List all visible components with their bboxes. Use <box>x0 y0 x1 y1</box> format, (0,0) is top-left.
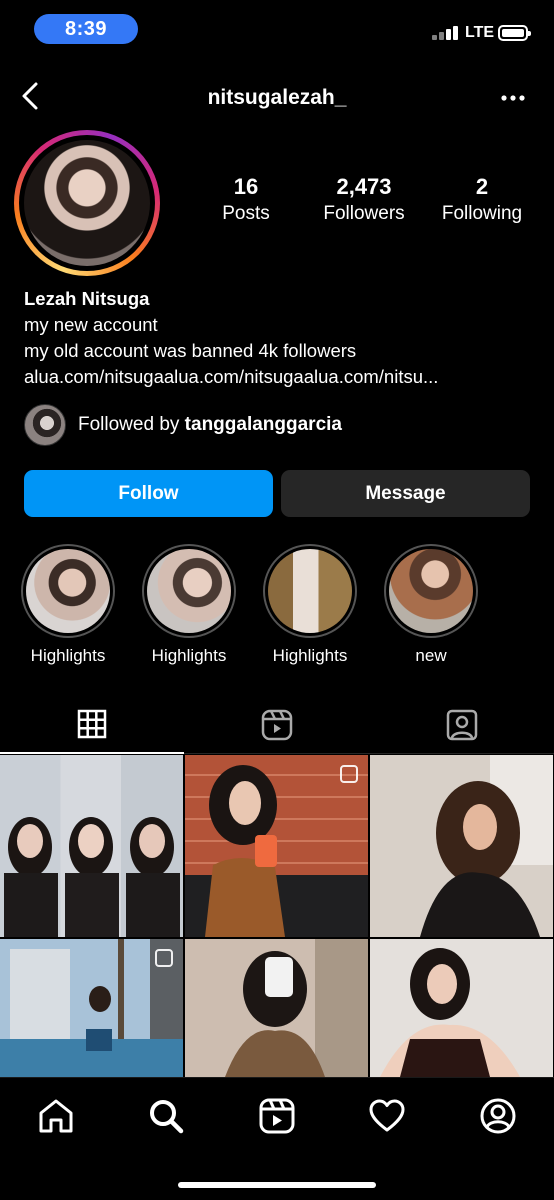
profile-stats: 16 Posts 2,473 Followers 2 Following <box>196 174 546 234</box>
reels-icon <box>259 1098 295 1134</box>
reel-badge-icon <box>340 765 358 783</box>
reel-badge-icon <box>155 949 173 967</box>
bottom-nav <box>0 1077 554 1200</box>
reels-icon <box>261 709 293 741</box>
post-image <box>185 755 368 937</box>
highlight-item[interactable]: Highlights <box>20 544 116 666</box>
signal-icon <box>432 26 462 40</box>
highlight-cover <box>26 549 110 633</box>
posts-stat[interactable]: 16 Posts <box>186 174 306 225</box>
bio-link[interactable]: alua.com/nitsugaalua.com/nitsugaalua.com… <box>24 364 530 390</box>
avatar <box>24 140 150 266</box>
highlight-label: Highlights <box>30 646 106 665</box>
home-indicator[interactable] <box>178 1182 376 1188</box>
nav-profile[interactable] <box>478 1096 518 1136</box>
post-image <box>185 939 368 1077</box>
post-thumbnail[interactable] <box>0 755 183 937</box>
profile-bio: Lezah Nitsuga my new account my old acco… <box>24 286 544 390</box>
page-title: nitsugalezah_ <box>207 86 347 109</box>
nav-search[interactable] <box>146 1096 186 1136</box>
followed-by[interactable]: Followed by tanggalanggarcia <box>24 404 342 446</box>
highlight-item[interactable]: Highlights <box>141 544 237 666</box>
profile-tabs <box>0 696 554 754</box>
follow-button[interactable]: Follow <box>24 470 273 517</box>
profile-name: Lezah Nitsuga <box>24 288 150 309</box>
story-highlights: Highlights Highlights Highlights new <box>0 544 554 674</box>
message-button[interactable]: Message <box>281 470 530 517</box>
profile-header-bar: nitsugalezah_ <box>0 70 554 126</box>
highlight-item[interactable]: new <box>383 544 479 666</box>
nav-activity[interactable] <box>367 1096 407 1136</box>
followers-count: 2,473 <box>336 174 392 199</box>
followed-by-prefix: Followed by <box>78 414 180 435</box>
post-thumbnail[interactable] <box>185 755 368 937</box>
mutual-avatar <box>24 404 66 446</box>
highlight-label: Highlights <box>151 646 227 665</box>
tab-tagged[interactable] <box>370 696 554 754</box>
post-thumbnail[interactable] <box>370 755 553 937</box>
home-icon <box>39 1099 73 1133</box>
bio-line: my new account <box>24 314 158 335</box>
grid-icon <box>77 709 107 739</box>
followers-stat[interactable]: 2,473 Followers <box>304 174 424 225</box>
highlight-cover <box>147 549 231 633</box>
posts-grid <box>0 755 554 1121</box>
tagged-icon <box>446 709 478 741</box>
post-image <box>370 939 553 1077</box>
status-time[interactable]: 8:39 <box>34 14 138 44</box>
following-label: Following <box>441 203 523 224</box>
following-stat[interactable]: 2 Following <box>422 174 542 225</box>
post-image <box>370 755 553 937</box>
highlight-cover <box>389 549 473 633</box>
avatar-story-ring[interactable] <box>14 130 160 276</box>
highlight-label: new <box>415 646 447 665</box>
following-count: 2 <box>475 174 489 199</box>
tab-posts-grid[interactable] <box>0 696 184 754</box>
tab-reels[interactable] <box>185 696 369 754</box>
highlight-cover <box>268 549 352 633</box>
followers-label: Followers <box>323 203 405 224</box>
search-icon <box>150 1100 184 1134</box>
status-bar: 8:39 LTE <box>0 0 554 58</box>
posts-label: Posts <box>222 203 270 224</box>
network-label: LTE <box>465 24 495 41</box>
followed-by-user: tanggalanggarcia <box>184 414 342 435</box>
nav-reels[interactable] <box>257 1096 297 1136</box>
nav-home[interactable] <box>36 1096 76 1136</box>
highlight-item[interactable]: Highlights <box>262 544 358 666</box>
bio-line: my old account was banned 4k followers <box>24 340 357 361</box>
more-options-button[interactable] <box>500 88 526 108</box>
post-image <box>4 817 180 937</box>
highlight-label: Highlights <box>272 646 348 665</box>
heart-icon <box>369 1099 405 1132</box>
posts-count: 16 <box>233 174 259 199</box>
battery-icon <box>498 25 531 41</box>
profile-icon <box>480 1098 516 1134</box>
ellipsis-icon <box>501 95 525 101</box>
